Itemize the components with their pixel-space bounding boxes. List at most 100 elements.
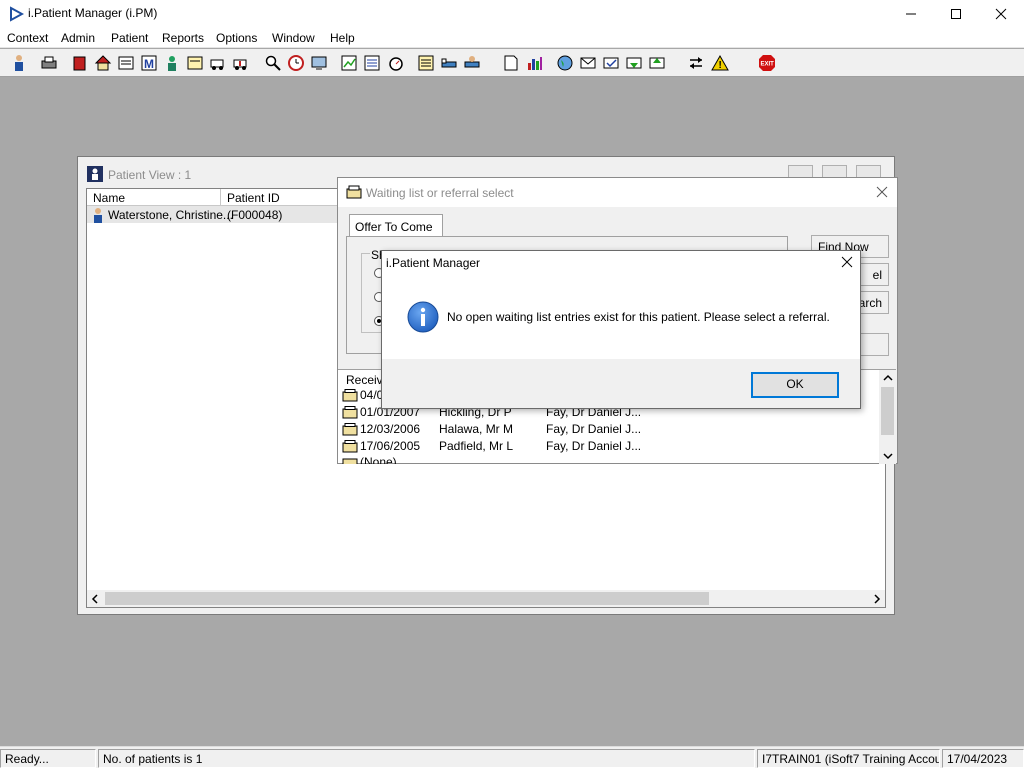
menu-reports[interactable]: Reports — [162, 31, 204, 45]
referral-doc-icon — [342, 440, 358, 453]
info-icon — [407, 301, 439, 333]
menu-admin[interactable]: Admin — [61, 31, 95, 45]
patient-view-icon — [87, 166, 103, 182]
maximize-button[interactable] — [933, 0, 979, 28]
message-box-titlebar: i.Patient Manager — [382, 251, 860, 274]
menu-patient[interactable]: Patient — [111, 31, 148, 45]
referral-date: 12/03/2006 — [360, 422, 421, 436]
referral-date: 04/0 — [360, 388, 384, 402]
patient-icon[interactable] — [8, 52, 30, 74]
close-button[interactable] — [978, 0, 1024, 28]
app-logo-icon — [10, 6, 24, 22]
referral-consultant: Fay, Dr Daniel J... — [546, 439, 642, 453]
svg-text:M: M — [144, 57, 154, 71]
message-text: No open waiting list entries exist for t… — [447, 310, 830, 324]
minimize-button[interactable] — [888, 0, 934, 28]
clock-icon[interactable] — [285, 52, 307, 74]
bar-chart-icon[interactable] — [524, 52, 546, 74]
status-account: I7TRAIN01 (iSoft7 Training Account) — [757, 749, 940, 768]
toolbar: M ! EXIT — [0, 49, 1024, 77]
referral-doc-icon — [342, 389, 358, 402]
tab-offer-to-come-in[interactable]: Offer To Come In — [349, 214, 443, 248]
scroll-down-icon[interactable] — [883, 452, 893, 460]
patient-id: (F000048) — [227, 208, 283, 222]
scroll-thumb[interactable] — [105, 592, 709, 605]
swap-icon[interactable] — [685, 52, 707, 74]
warning-icon[interactable]: ! — [709, 52, 731, 74]
printer-icon[interactable] — [38, 52, 60, 74]
book-red-icon[interactable] — [69, 52, 91, 74]
scroll-left-icon[interactable] — [91, 594, 99, 604]
referral-referrer: Halawa, Mr M — [439, 422, 514, 436]
scroll-right-icon[interactable] — [873, 594, 881, 604]
referral-doc-icon — [342, 406, 358, 419]
menu-bar: Context Admin Patient Reports Options Wi… — [0, 28, 1024, 48]
notes-icon[interactable] — [115, 52, 137, 74]
menu-context[interactable]: Context — [7, 31, 48, 45]
close-icon[interactable] — [840, 255, 854, 269]
ok-button[interactable]: OK — [751, 372, 839, 398]
close-icon — [995, 8, 1007, 20]
minimize-icon — [906, 13, 916, 15]
column-header-patient-id[interactable]: Patient ID — [221, 189, 341, 206]
status-bar: Ready... No. of patients is 1 I7TRAIN01 … — [0, 746, 1024, 768]
waiting-list-titlebar: Waiting list or referral select — [338, 178, 897, 207]
mail-check-icon[interactable] — [600, 52, 622, 74]
house-icon[interactable] — [92, 52, 114, 74]
stopwatch-icon[interactable] — [385, 52, 407, 74]
referral-row[interactable]: 12/03/2006 Halawa, Mr M Fay, Dr Daniel J… — [342, 421, 882, 438]
exit-button[interactable]: EXIT — [756, 52, 778, 74]
column-header-name[interactable]: Name — [87, 189, 221, 206]
app-title: i.Patient Manager (i.PM) — [28, 6, 158, 20]
message-box-title: i.Patient Manager — [386, 256, 481, 270]
patient-view-title: Patient View : 1 — [108, 168, 192, 182]
title-bar: i.Patient Manager (i.PM) — [0, 0, 1024, 28]
exit-label: EXIT — [761, 62, 775, 68]
letter-m-icon[interactable]: M — [138, 52, 160, 74]
scroll-thumb[interactable] — [881, 387, 894, 435]
referral-row[interactable]: 17/06/2005 Padfield, Mr L Fay, Dr Daniel… — [342, 438, 882, 455]
person-icon[interactable] — [161, 52, 183, 74]
document-icon[interactable] — [500, 52, 522, 74]
patient-row[interactable]: Waterstone, Christine... (F000048) — [87, 206, 337, 223]
referral-consultant: Fay, Dr Daniel J... — [546, 422, 642, 436]
close-icon[interactable] — [875, 185, 889, 199]
exit-icon: EXIT — [759, 55, 775, 71]
referral-icon — [346, 185, 362, 199]
referral-doc-icon — [342, 423, 358, 436]
referral-row[interactable]: (None) — [342, 454, 882, 464]
message-box: i.Patient Manager No open waiting list e… — [381, 250, 861, 409]
status-date: 17/04/2023 — [942, 749, 1024, 768]
report-icon[interactable] — [361, 52, 383, 74]
menu-help[interactable]: Help — [330, 31, 355, 45]
list-icon[interactable] — [415, 52, 437, 74]
envelope-icon[interactable] — [577, 52, 599, 74]
referral-date: (None) — [360, 455, 397, 464]
message-body: No open waiting list entries exist for t… — [382, 274, 860, 359]
maximize-icon — [951, 9, 961, 19]
monitor-icon[interactable] — [308, 52, 330, 74]
schedule-icon[interactable] — [184, 52, 206, 74]
horizontal-scrollbar[interactable] — [87, 590, 885, 607]
status-ready: Ready... — [0, 749, 96, 768]
menu-options[interactable]: Options — [216, 31, 257, 45]
scroll-up-icon[interactable] — [883, 374, 893, 382]
referral-referrer: Padfield, Mr L — [439, 439, 514, 453]
ambulance-icon[interactable] — [207, 52, 229, 74]
referral-date: 17/06/2005 — [360, 439, 421, 453]
chart-icon[interactable] — [338, 52, 360, 74]
patient-icon — [94, 208, 102, 223]
globe-icon[interactable] — [554, 52, 576, 74]
ambulance-alt-icon[interactable] — [230, 52, 252, 74]
magnify-icon[interactable] — [262, 52, 284, 74]
svg-text:!: ! — [719, 60, 722, 71]
transfer-icon[interactable] — [461, 52, 483, 74]
download-icon[interactable] — [623, 52, 645, 74]
refresh-icon[interactable] — [646, 52, 668, 74]
menu-window[interactable]: Window — [272, 31, 315, 45]
waiting-list-title: Waiting list or referral select — [366, 186, 514, 200]
patient-name: Waterstone, Christine... — [108, 208, 233, 222]
referral-doc-icon — [342, 458, 358, 464]
vertical-scrollbar[interactable] — [879, 370, 896, 464]
bed-icon[interactable] — [438, 52, 460, 74]
